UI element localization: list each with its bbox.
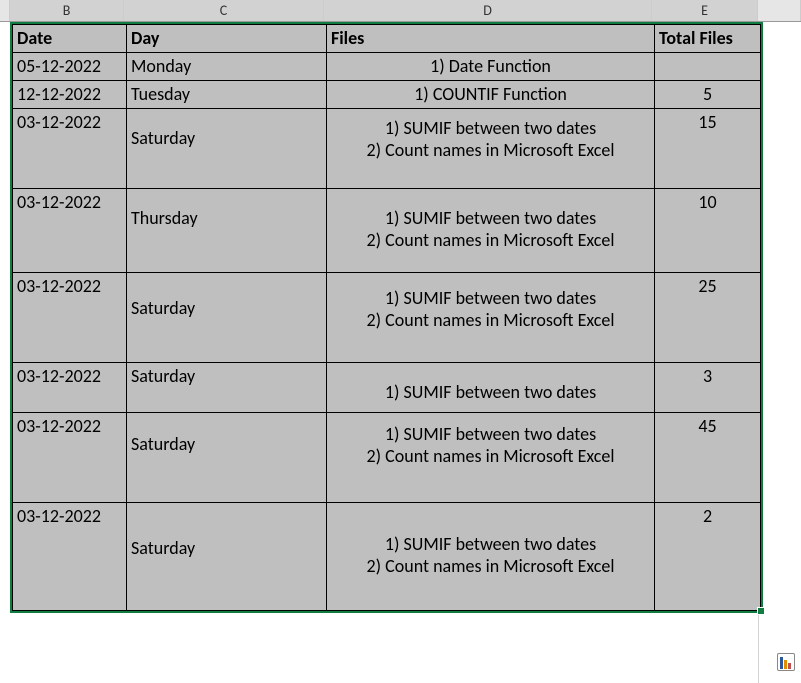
data-table: Date Day Files Total Files 05-12-2022 Mo… xyxy=(12,24,761,611)
header-day[interactable]: Day xyxy=(127,25,327,53)
cell-day[interactable]: Monday xyxy=(127,53,327,81)
cell-date[interactable]: 03-12-2022 xyxy=(13,109,127,189)
cell-date[interactable]: 03-12-2022 xyxy=(13,189,127,273)
header-date[interactable]: Date xyxy=(13,25,127,53)
col-header-E[interactable]: E xyxy=(652,0,758,21)
table-row: 03-12-2022 Thursday 1) SUMIF between two… xyxy=(13,189,761,273)
quick-analysis-icon[interactable] xyxy=(777,653,795,671)
cell-files[interactable]: 1) SUMIF between two dates 2) Count name… xyxy=(327,413,655,503)
cell-total[interactable]: 10 xyxy=(655,189,761,273)
header-total[interactable]: Total Files xyxy=(655,25,761,53)
cell-day[interactable]: Tuesday xyxy=(127,81,327,109)
cell-day[interactable]: Saturday xyxy=(127,413,327,503)
empty-column-area[interactable] xyxy=(758,22,801,683)
table-row: 03-12-2022 Saturday 1) SUMIF between two… xyxy=(13,413,761,503)
cell-total[interactable]: 5 xyxy=(655,81,761,109)
table-row: 03-12-2022 Saturday 1) SUMIF between two… xyxy=(13,109,761,189)
col-header-C[interactable]: C xyxy=(124,0,324,21)
cell-files[interactable]: 1) SUMIF between two dates xyxy=(327,363,655,413)
cell-files[interactable]: 1) SUMIF between two dates 2) Count name… xyxy=(327,109,655,189)
selection-range: Date Day Files Total Files 05-12-2022 Mo… xyxy=(10,22,763,613)
cell-files[interactable]: 1) SUMIF between two dates 2) Count name… xyxy=(327,503,655,611)
header-files[interactable]: Files xyxy=(327,25,655,53)
cell-date[interactable]: 03-12-2022 xyxy=(13,273,127,363)
cell-day[interactable]: Saturday xyxy=(127,109,327,189)
cell-date[interactable]: 03-12-2022 xyxy=(13,413,127,503)
selection-fill-handle[interactable] xyxy=(757,607,765,615)
col-header-gutter[interactable] xyxy=(0,0,10,21)
cell-files-active[interactable]: 1) SUMIF between two dates 2) Count name… xyxy=(327,273,655,363)
table-row: 12-12-2022 Tuesday 1) COUNTIF Function 5 xyxy=(13,81,761,109)
table-row: 03-12-2022 Saturday 1) SUMIF between two… xyxy=(13,273,761,363)
cell-day[interactable]: Saturday xyxy=(127,273,327,363)
table-row: 03-12-2022 Saturday 1) SUMIF between two… xyxy=(13,503,761,611)
table-row: 05-12-2022 Monday 1) Date Function xyxy=(13,53,761,81)
cell-day[interactable]: Saturday xyxy=(127,503,327,611)
cell-total[interactable]: 2 xyxy=(655,503,761,611)
col-header-B[interactable]: B xyxy=(10,0,124,21)
cell-day[interactable]: Saturday xyxy=(127,363,327,413)
cell-date[interactable]: 12-12-2022 xyxy=(13,81,127,109)
cell-files[interactable]: 1) COUNTIF Function xyxy=(327,81,655,109)
cell-files[interactable]: 1) Date Function xyxy=(327,53,655,81)
cell-day[interactable]: Thursday xyxy=(127,189,327,273)
column-header-row: B C D E xyxy=(0,0,801,22)
cell-date[interactable]: 03-12-2022 xyxy=(13,503,127,611)
cell-total[interactable]: 25 xyxy=(655,273,761,363)
cell-files[interactable]: 1) SUMIF between two dates 2) Count name… xyxy=(327,189,655,273)
spreadsheet-viewport: B C D E Date Day Files Total Files 05-12… xyxy=(0,0,801,683)
cell-total[interactable] xyxy=(655,53,761,81)
cell-date[interactable]: 03-12-2022 xyxy=(13,363,127,413)
cell-total[interactable]: 15 xyxy=(655,109,761,189)
cell-total[interactable]: 45 xyxy=(655,413,761,503)
cell-date[interactable]: 05-12-2022 xyxy=(13,53,127,81)
table-row: 03-12-2022 Saturday 1) SUMIF between two… xyxy=(13,363,761,413)
col-header-F[interactable] xyxy=(758,0,801,21)
col-header-D[interactable]: D xyxy=(324,0,652,21)
header-row: Date Day Files Total Files xyxy=(13,25,761,53)
cell-total[interactable]: 3 xyxy=(655,363,761,413)
